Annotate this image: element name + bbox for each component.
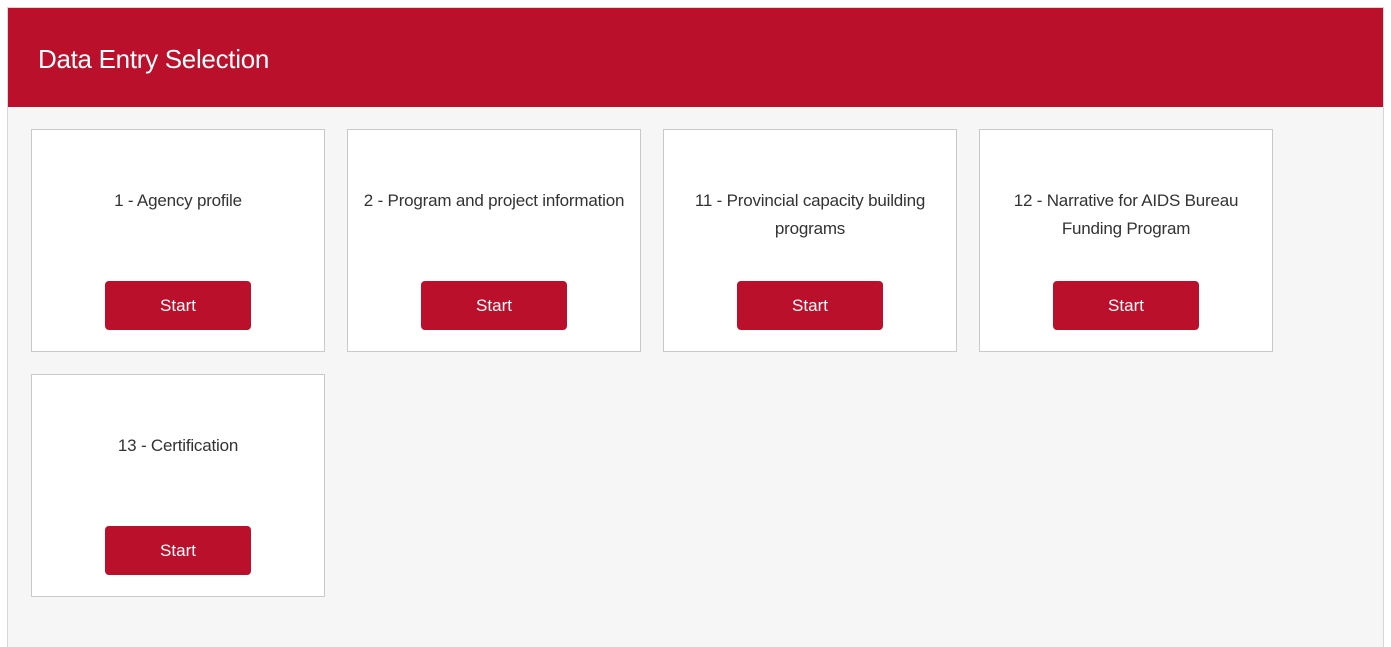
- panel-header: Data Entry Selection: [8, 8, 1383, 107]
- data-entry-panel: Data Entry Selection 1 - Agency profile …: [7, 7, 1384, 647]
- section-card-agency-profile: 1 - Agency profile Start: [31, 129, 325, 352]
- section-card-provincial-capacity-building: 11 - Provincial capacity building progra…: [663, 129, 957, 352]
- section-card-aids-bureau-narrative: 12 - Narrative for AIDS Bureau Funding P…: [979, 129, 1273, 352]
- start-button[interactable]: Start: [1053, 281, 1199, 330]
- section-card-label: 12 - Narrative for AIDS Bureau Funding P…: [1013, 191, 1239, 238]
- start-button[interactable]: Start: [105, 281, 251, 330]
- page-title: Data Entry Selection: [38, 44, 270, 74]
- section-card-label: 2 - Program and project information: [363, 191, 625, 210]
- section-card-label: 13 - Certification: [117, 436, 239, 455]
- start-button[interactable]: Start: [421, 281, 567, 330]
- section-card-label: 11 - Provincial capacity building progra…: [694, 191, 926, 238]
- section-card-certification: 13 - Certification Start: [31, 374, 325, 597]
- start-button[interactable]: Start: [737, 281, 883, 330]
- section-card-program-project-information: 2 - Program and project information Star…: [347, 129, 641, 352]
- section-card-label: 1 - Agency profile: [114, 191, 242, 210]
- start-button[interactable]: Start: [105, 526, 251, 575]
